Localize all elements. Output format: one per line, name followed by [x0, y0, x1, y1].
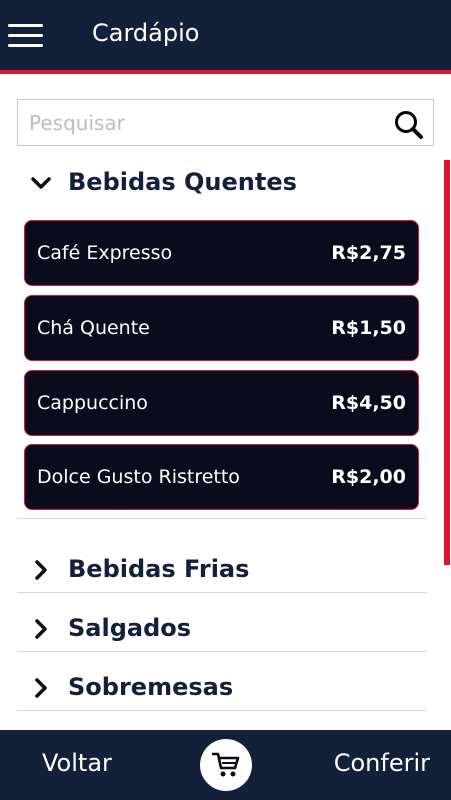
item-name: Chá Quente [37, 317, 150, 339]
item-price: R$2,00 [331, 466, 406, 488]
menu-item-cappuccino[interactable]: Cappuccino R$4,50 [24, 370, 419, 436]
menu-item-cafe-expresso[interactable]: Café Expresso R$2,75 [24, 220, 419, 286]
cart-button[interactable] [200, 739, 252, 791]
item-name: Café Expresso [37, 242, 173, 264]
back-button[interactable]: Voltar [42, 749, 112, 777]
menu-item-dolce-gusto-ristretto[interactable]: Dolce Gusto Ristretto R$2,00 [24, 444, 419, 510]
category-label: Bebidas Frias [68, 555, 250, 583]
category-label: Bebidas Quentes [68, 168, 297, 196]
chevron-down-icon [31, 177, 51, 189]
divider [17, 651, 427, 652]
confirm-button[interactable]: Conferir [334, 749, 430, 777]
item-price: R$2,75 [331, 242, 406, 264]
item-name: Dolce Gusto Ristretto [37, 466, 240, 488]
divider [17, 710, 427, 711]
menu-item-cha-quente[interactable]: Chá Quente R$1,50 [24, 295, 419, 361]
app-bar: Cardápio [0, 0, 451, 70]
search-icon[interactable] [393, 109, 423, 139]
category-bebidas-quentes[interactable]: Bebidas Quentes [17, 158, 427, 208]
category-salgados[interactable]: Salgados [17, 604, 427, 654]
hamburger-menu-icon[interactable] [8, 24, 43, 48]
appbar-accent-line [0, 70, 451, 74]
shopping-cart-icon [212, 752, 240, 777]
scrollbar[interactable] [444, 160, 450, 565]
divider [17, 592, 427, 593]
search-input[interactable] [29, 109, 389, 137]
item-name: Cappuccino [37, 392, 148, 414]
category-label: Sobremesas [68, 673, 234, 701]
category-bebidas-frias[interactable]: Bebidas Frias [17, 545, 427, 595]
item-price: R$4,50 [331, 392, 406, 414]
item-price: R$1,50 [331, 317, 406, 339]
category-sobremesas[interactable]: Sobremesas [17, 663, 427, 713]
page-title: Cardápio [92, 19, 200, 47]
chevron-right-icon [35, 619, 47, 639]
search-box [17, 99, 434, 146]
category-label: Salgados [68, 614, 192, 642]
chevron-right-icon [35, 560, 47, 580]
divider [17, 518, 427, 519]
chevron-right-icon [35, 678, 47, 698]
